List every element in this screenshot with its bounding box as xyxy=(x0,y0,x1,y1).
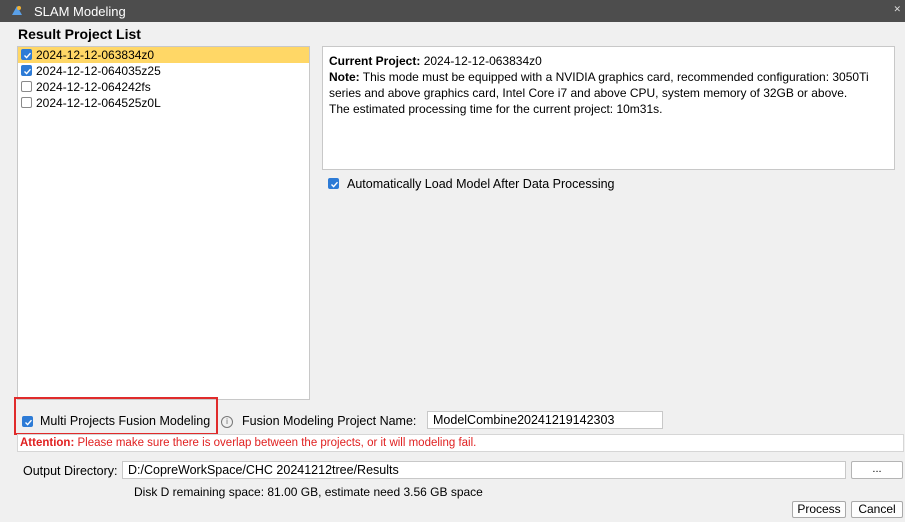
checkbox-checked-icon[interactable] xyxy=(328,178,339,189)
info-icon[interactable]: i xyxy=(221,416,233,428)
estimate-line: The estimated processing time for the cu… xyxy=(329,102,663,116)
project-item[interactable]: 2024-12-12-064035z25 xyxy=(18,63,309,79)
fusion-modeling-label: Multi Projects Fusion Modeling xyxy=(40,414,211,428)
current-project-label: Current Project: xyxy=(329,54,421,68)
current-project-value: 2024-12-12-063834z0 xyxy=(423,54,542,68)
project-item-label: 2024-12-12-064525z0L xyxy=(36,96,161,110)
output-directory-input[interactable] xyxy=(122,461,846,479)
process-button[interactable]: Process xyxy=(792,501,846,518)
attention-message: Attention: Please make sure there is ove… xyxy=(17,434,904,452)
project-item-label: 2024-12-12-064035z25 xyxy=(36,64,161,78)
note-text: This mode must be equipped with a NVIDIA… xyxy=(329,70,869,100)
project-list[interactable]: 2024-12-12-063834z0 2024-12-12-064035z25… xyxy=(17,46,310,400)
auto-load-label: Automatically Load Model After Data Proc… xyxy=(347,177,615,191)
window-title: SLAM Modeling xyxy=(34,4,126,19)
attention-text: Please make sure there is overlap betwee… xyxy=(77,437,477,449)
current-project-line: Current Project: 2024-12-12-063834z0 xyxy=(329,53,888,69)
note-line: Note: This mode must be equipped with a … xyxy=(329,69,888,101)
disk-space-info: Disk D remaining space: 81.00 GB, estima… xyxy=(134,485,483,499)
browse-button[interactable]: ... xyxy=(851,461,903,479)
checkbox-unchecked-icon[interactable] xyxy=(21,81,32,92)
close-icon[interactable]: ✕ xyxy=(893,4,901,15)
fusion-name-input[interactable] xyxy=(427,411,663,429)
project-item-label: 2024-12-12-063834z0 xyxy=(36,48,155,62)
checkbox-checked-icon[interactable] xyxy=(21,49,32,60)
app-logo-icon xyxy=(12,6,22,15)
fusion-name-label: Fusion Modeling Project Name: xyxy=(242,414,417,428)
project-item-label: 2024-12-12-064242fs xyxy=(36,80,151,94)
attention-label: Attention: xyxy=(20,437,75,449)
checkbox-checked-icon[interactable] xyxy=(22,416,33,427)
checkbox-checked-icon[interactable] xyxy=(21,65,32,76)
project-info-panel: Current Project: 2024-12-12-063834z0 Not… xyxy=(322,46,895,170)
project-item[interactable]: 2024-12-12-064242fs xyxy=(18,79,309,95)
project-list-heading: Result Project List xyxy=(18,26,141,42)
title-bar: SLAM Modeling ✕ xyxy=(0,0,905,22)
checkbox-unchecked-icon[interactable] xyxy=(21,97,32,108)
project-item[interactable]: 2024-12-12-064525z0L xyxy=(18,95,309,111)
project-item[interactable]: 2024-12-12-063834z0 xyxy=(18,47,309,63)
output-directory-label: Output Directory: xyxy=(23,464,118,478)
note-label: Note: xyxy=(329,70,360,84)
cancel-button[interactable]: Cancel xyxy=(851,501,903,518)
